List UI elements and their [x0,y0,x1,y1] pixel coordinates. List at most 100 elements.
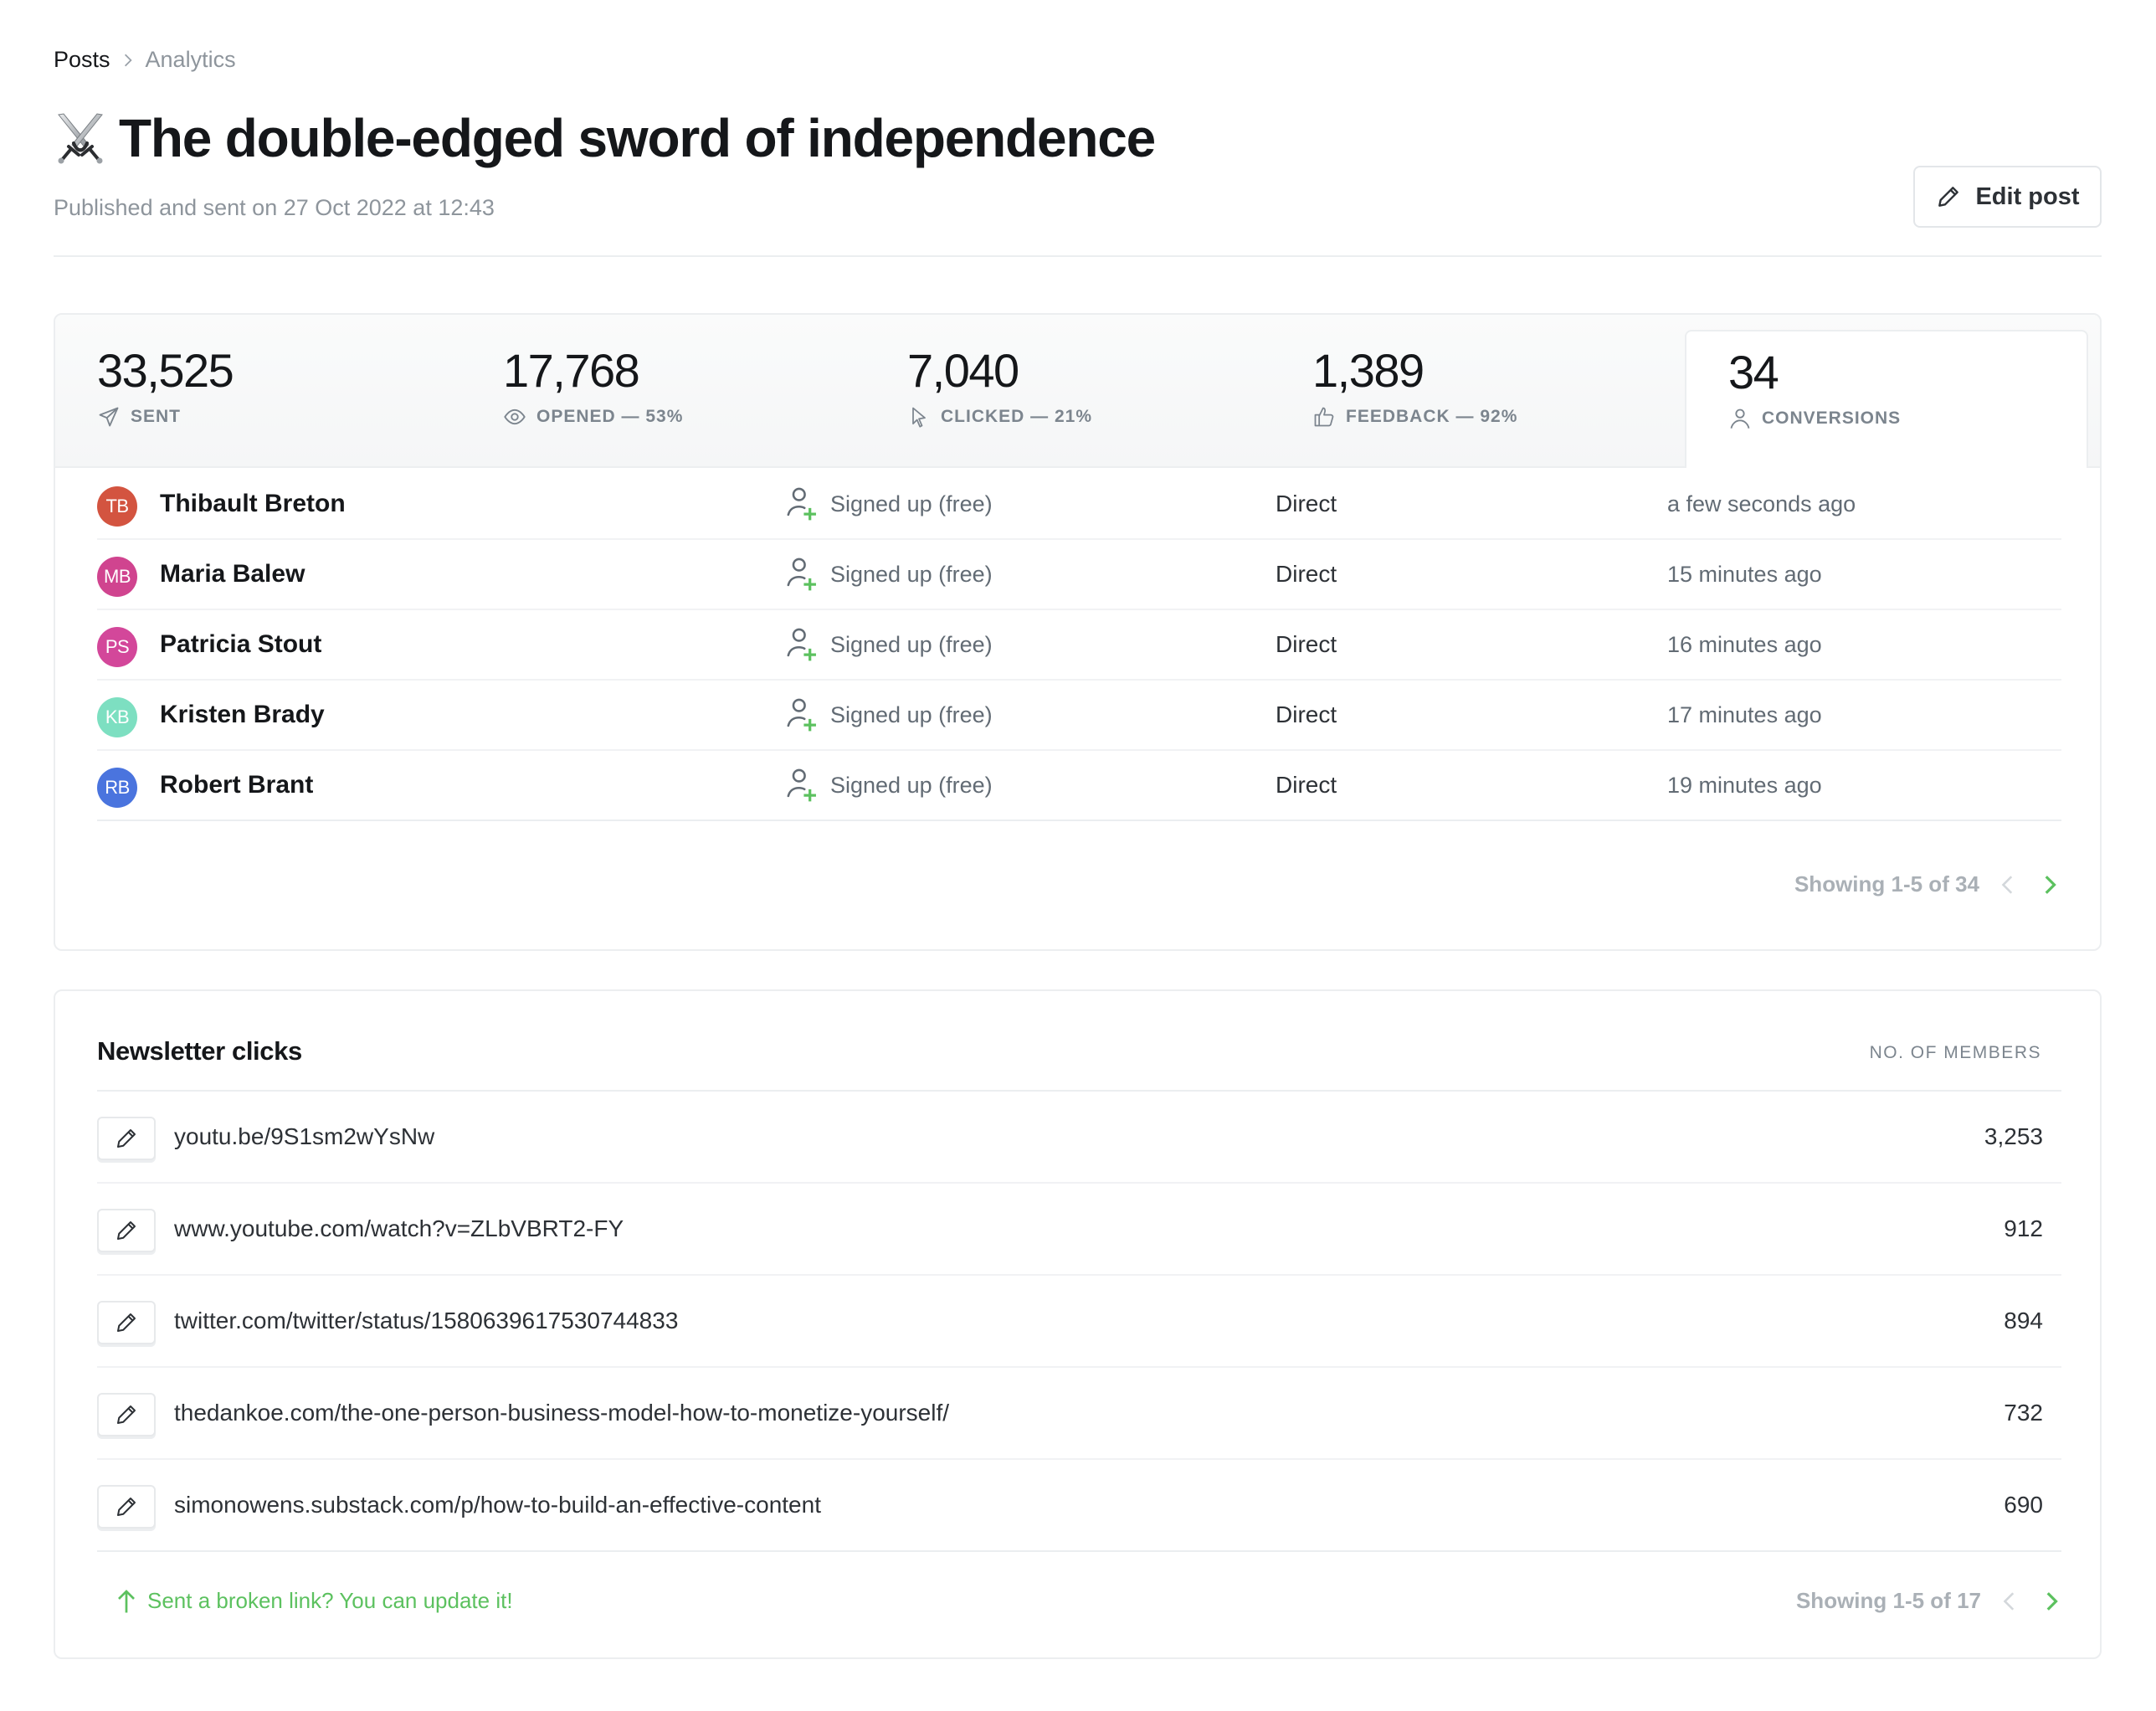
user-add-icon [787,698,816,732]
link-members-count: 894 [2004,1308,2043,1333]
pencil-icon [117,1313,136,1332]
conversion-source: Direct [1276,561,1337,587]
member-name[interactable]: Patricia Stout [160,630,321,659]
link-url[interactable]: youtu.be/9S1sm2wYsNw [174,1123,434,1150]
conversion-event: Signed up (free) [830,701,993,727]
user-add-icon [787,487,816,521]
pencil-icon [117,1221,136,1240]
edit-link-button[interactable] [97,1485,156,1529]
conversion-time: 15 minutes ago [1667,561,1822,587]
edit-post-label: Edit post [1975,182,2080,210]
pencil-icon [1938,187,1959,207]
avatar: PS [97,627,137,667]
edit-link-button[interactable] [97,1117,156,1160]
stat-value: 7,040 [907,344,1019,397]
conversion-time: 16 minutes ago [1667,631,1822,657]
chevron-left-icon[interactable] [1999,1590,2021,1612]
breadcrumb-posts-link[interactable]: Posts [54,47,110,73]
conversion-source: Direct [1276,491,1337,516]
member-name[interactable]: Kristen Brady [160,701,325,729]
tab-sent[interactable]: 33,525 SENT [55,315,465,468]
post-title: The double-edged sword of independence [119,108,1156,168]
link-row: simonowens.substack.com/p/how-to-build-a… [97,1460,2061,1552]
members-column-header: NO. OF MEMBERS [1869,1043,2041,1062]
tab-conversions[interactable]: 34 CONVERSIONS [1685,330,2088,468]
arrow-up-icon [118,1589,135,1612]
stat-label: CLICKED — 21% [941,407,1093,426]
user-icon [1730,408,1750,429]
send-icon [99,407,119,427]
conversion-time: a few seconds ago [1667,491,1856,516]
crossed-swords-icon [58,113,103,164]
pencil-icon [117,1129,136,1148]
conversion-event: Signed up (free) [830,491,993,516]
avatar: RB [97,768,137,808]
broken-link-text: Sent a broken link? You can update it! [147,1588,513,1613]
link-row: twitter.com/twitter/status/1580639617530… [97,1276,2061,1368]
conversion-row[interactable]: PS Patricia Stout Signed up (free) Direc… [97,610,2061,681]
avatar: TB [97,486,137,527]
link-row: youtu.be/9S1sm2wYsNw 3,253 [97,1092,2061,1184]
chevron-left-icon[interactable] [1998,874,2020,896]
tab-clicked[interactable]: 7,040 CLICKED — 21% [865,315,1276,468]
edit-post-button[interactable]: Edit post [1913,166,2102,228]
link-members-count: 3,253 [1984,1123,2043,1149]
pencil-icon [117,1498,136,1516]
breadcrumb-current: Analytics [145,47,236,72]
link-url[interactable]: twitter.com/twitter/status/1580639617530… [174,1308,678,1334]
eye-icon [504,408,526,425]
stat-value: 34 [1728,346,1779,398]
tab-opened[interactable]: 17,768 OPENED — 53% [461,315,871,468]
conversion-time: 17 minutes ago [1667,701,1822,727]
stat-label: SENT [131,407,182,426]
conversion-row[interactable]: RB Robert Brant Signed up (free) Direct … [97,751,2061,821]
conversions-list: TB Thibault Breton Signed up (free) Dire… [97,470,2061,821]
conversions-pagination: Showing 1-5 of 34 [1794,871,2060,897]
member-name[interactable]: Maria Balew [160,560,305,588]
link-row: thedankoe.com/the-one-person-business-mo… [97,1368,2061,1460]
stat-label: OPENED — 53% [536,407,684,426]
avatar: KB [97,697,137,737]
link-members-count: 912 [2004,1215,2043,1241]
page-title: The double-edged sword of independence [54,107,1156,169]
stats-tabs: 33,525 SENT 17,768 OPENED — 53% 7,040 CL… [55,315,2100,468]
link-row: www.youtube.com/watch?v=ZLbVBRT2-FY 912 [97,1184,2061,1276]
edit-link-button[interactable] [97,1209,156,1252]
conversion-event: Signed up (free) [830,561,993,587]
link-url[interactable]: thedankoe.com/the-one-person-business-mo… [174,1400,949,1426]
newsletter-clicks-card: Newsletter clicks NO. OF MEMBERS youtu.b… [54,989,2102,1659]
links-list: youtu.be/9S1sm2wYsNw 3,253 www.youtube.c… [97,1092,2061,1552]
conversion-time: 19 minutes ago [1667,772,1822,798]
edit-link-button[interactable] [97,1393,156,1436]
links-pagination: Showing 1-5 of 17 [1796,1588,2061,1614]
stat-value: 33,525 [97,344,234,397]
link-url[interactable]: simonowens.substack.com/p/how-to-build-a… [174,1492,821,1518]
conversion-row[interactable]: MB Maria Balew Signed up (free) Direct 1… [97,540,2061,610]
member-name[interactable]: Thibault Breton [160,490,346,518]
pagination-text: Showing 1-5 of 34 [1794,871,1979,897]
conversion-event: Signed up (free) [830,631,993,657]
broken-link-helper[interactable]: Sent a broken link? You can update it! [116,1588,513,1614]
analytics-card: 33,525 SENT 17,768 OPENED — 53% 7,040 CL… [54,313,2102,951]
link-members-count: 732 [2004,1400,2043,1426]
edit-link-button[interactable] [97,1301,156,1344]
stat-value: 1,389 [1312,344,1424,397]
stat-label: FEEDBACK — 92% [1346,407,1518,426]
tab-feedback[interactable]: 1,389 FEEDBACK — 92% [1270,315,1681,468]
link-url[interactable]: www.youtube.com/watch?v=ZLbVBRT2-FY [174,1215,624,1242]
chevron-right-icon[interactable] [2038,874,2060,896]
member-name[interactable]: Robert Brant [160,771,313,799]
conversion-source: Direct [1276,701,1337,727]
breadcrumb: Posts Analytics [54,47,236,73]
cursor-icon [912,407,926,428]
conversion-event: Signed up (free) [830,772,993,798]
newsletter-clicks-title: Newsletter clicks [97,1036,302,1066]
conversion-row[interactable]: TB Thibault Breton Signed up (free) Dire… [97,470,2061,540]
link-members-count: 690 [2004,1492,2043,1518]
chevron-right-icon[interactable] [2040,1590,2061,1612]
pencil-icon [117,1405,136,1424]
thumbs-up-icon [1314,407,1334,427]
conversion-row[interactable]: KB Kristen Brady Signed up (free) Direct… [97,681,2061,751]
conversion-source: Direct [1276,772,1337,798]
avatar: MB [97,557,137,597]
